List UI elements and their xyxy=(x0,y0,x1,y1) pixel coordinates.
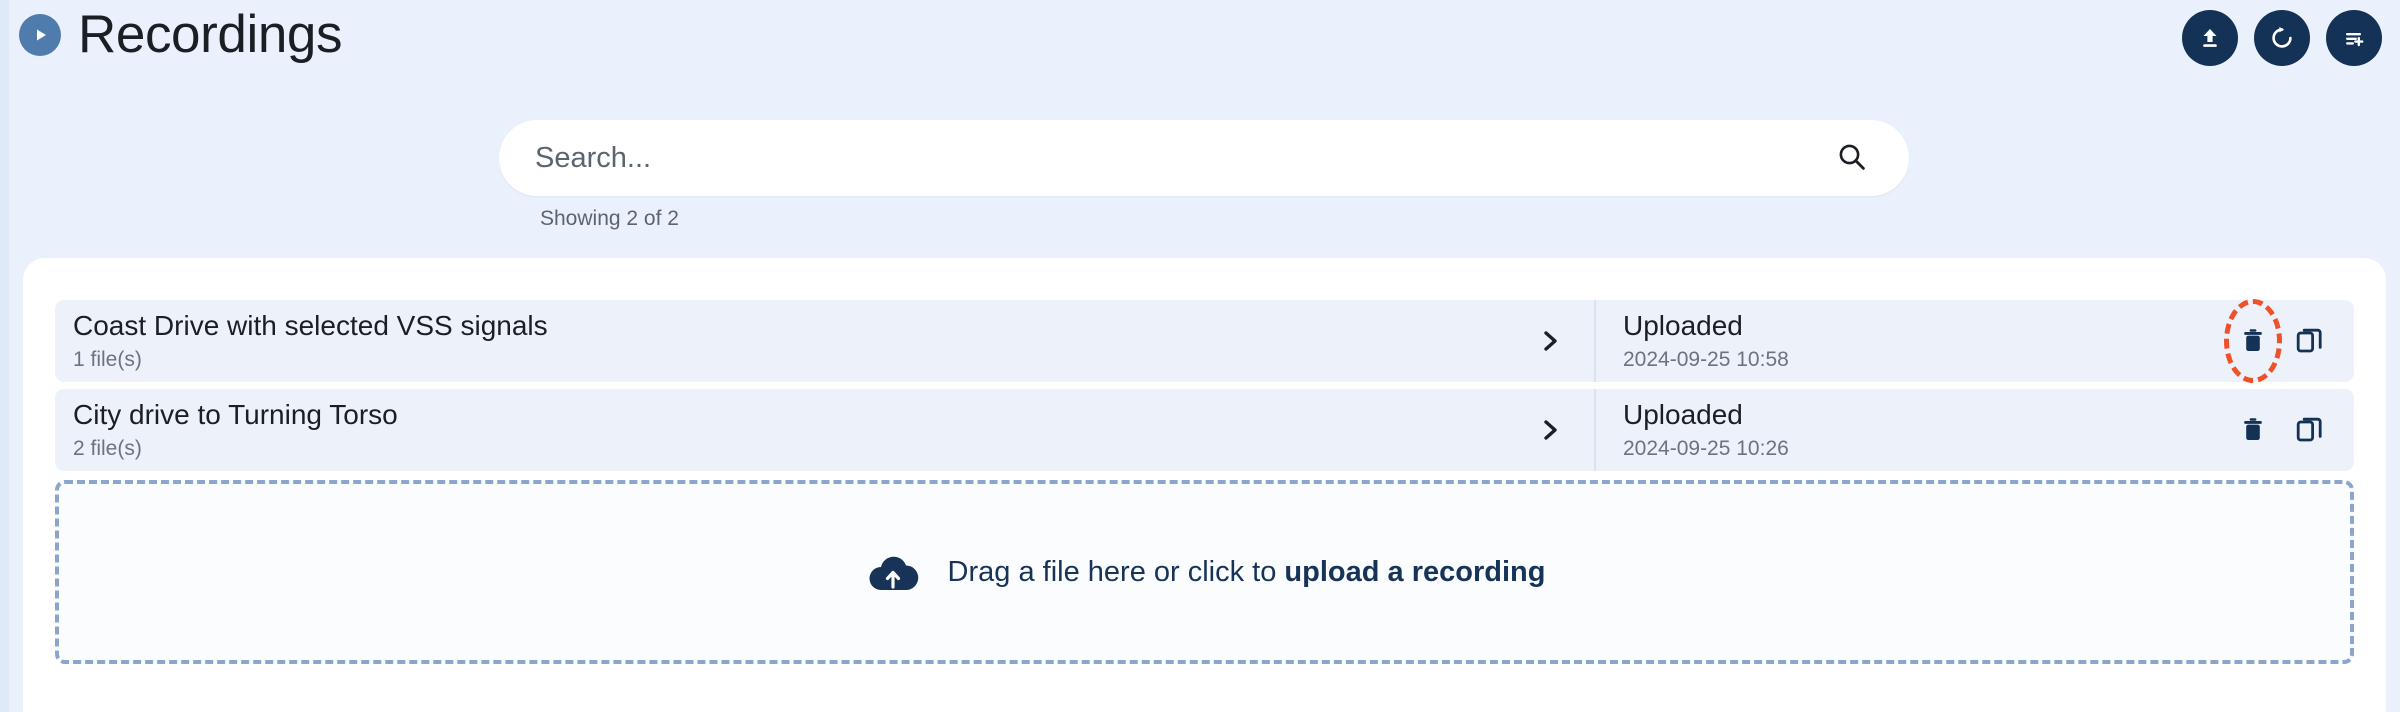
list-add-icon xyxy=(2340,24,2368,52)
recording-summary[interactable]: Coast Drive with selected VSS signals 1 … xyxy=(55,300,1594,382)
showing-count: Showing 2 of 2 xyxy=(540,207,679,230)
chevron-right-icon[interactable] xyxy=(1526,326,1576,356)
recording-name: Coast Drive with selected VSS signals xyxy=(73,310,548,342)
recording-status-cell: Uploaded 2024-09-25 10:26 xyxy=(1594,389,2354,471)
chevron-right-icon[interactable] xyxy=(1526,415,1576,445)
refresh-icon xyxy=(2268,24,2296,52)
delete-button[interactable] xyxy=(2236,410,2270,450)
search-wrap xyxy=(499,120,1909,196)
row-actions xyxy=(2236,410,2326,450)
copy-button[interactable] xyxy=(2292,410,2326,450)
upload-button[interactable] xyxy=(2182,10,2238,66)
recording-status-cell: Uploaded 2024-09-25 10:58 xyxy=(1594,299,2354,383)
search-input[interactable] xyxy=(535,120,1835,196)
status-badge: Uploaded xyxy=(1623,399,1743,431)
table-row[interactable]: Coast Drive with selected VSS signals 1 … xyxy=(55,299,2354,383)
recording-texts: Coast Drive with selected VSS signals 1 … xyxy=(73,310,548,371)
search-icon xyxy=(1835,140,1869,177)
copy-button[interactable] xyxy=(2292,321,2326,361)
page-header: Recordings xyxy=(9,0,2400,88)
status-texts: Uploaded 2024-09-25 10:26 xyxy=(1623,399,1789,460)
delete-button[interactable] xyxy=(2224,299,2282,383)
status-timestamp: 2024-09-25 10:58 xyxy=(1623,347,1789,371)
header-actions xyxy=(2182,10,2382,66)
add-to-list-button[interactable] xyxy=(2326,10,2382,66)
status-timestamp: 2024-09-25 10:26 xyxy=(1623,436,1789,460)
dropzone-text: Drag a file here or click to upload a re… xyxy=(948,556,1546,589)
dropzone-text-prefix: Drag a file here or click to xyxy=(947,555,1285,588)
status-badge: Uploaded xyxy=(1623,310,1743,342)
table-row[interactable]: City drive to Turning Torso 2 file(s) Up… xyxy=(55,389,2354,471)
play-circle-icon xyxy=(19,13,61,56)
recording-file-count: 2 file(s) xyxy=(73,436,142,460)
search-box[interactable] xyxy=(499,120,1909,196)
recording-name: City drive to Turning Torso xyxy=(73,399,398,431)
status-texts: Uploaded 2024-09-25 10:58 xyxy=(1623,310,1789,371)
recordings-card: Coast Drive with selected VSS signals 1 … xyxy=(23,258,2386,712)
upload-icon xyxy=(2197,25,2223,51)
recording-summary[interactable]: City drive to Turning Torso 2 file(s) xyxy=(55,389,1594,471)
recording-texts: City drive to Turning Torso 2 file(s) xyxy=(73,399,398,460)
search-submit-button[interactable] xyxy=(1835,140,1869,177)
recording-file-count: 1 file(s) xyxy=(73,347,142,371)
title-group: Recordings xyxy=(19,8,342,61)
cloud-upload-icon xyxy=(864,550,922,594)
copy-icon xyxy=(2295,415,2323,445)
trash-icon xyxy=(2240,326,2266,356)
page-title: Recordings xyxy=(78,5,343,64)
trash-icon xyxy=(2240,415,2266,445)
row-actions xyxy=(2224,299,2326,383)
file-dropzone[interactable]: Drag a file here or click to upload a re… xyxy=(55,480,2354,664)
left-edge-rail xyxy=(0,0,9,712)
recordings-list: Coast Drive with selected VSS signals 1 … xyxy=(55,299,2354,471)
refresh-button[interactable] xyxy=(2254,10,2310,66)
recordings-page: Recordings Search... Showing 2 of 2 Coas… xyxy=(9,0,2400,712)
copy-icon xyxy=(2295,326,2323,356)
dropzone-text-strong: upload a recording xyxy=(1284,555,1546,588)
